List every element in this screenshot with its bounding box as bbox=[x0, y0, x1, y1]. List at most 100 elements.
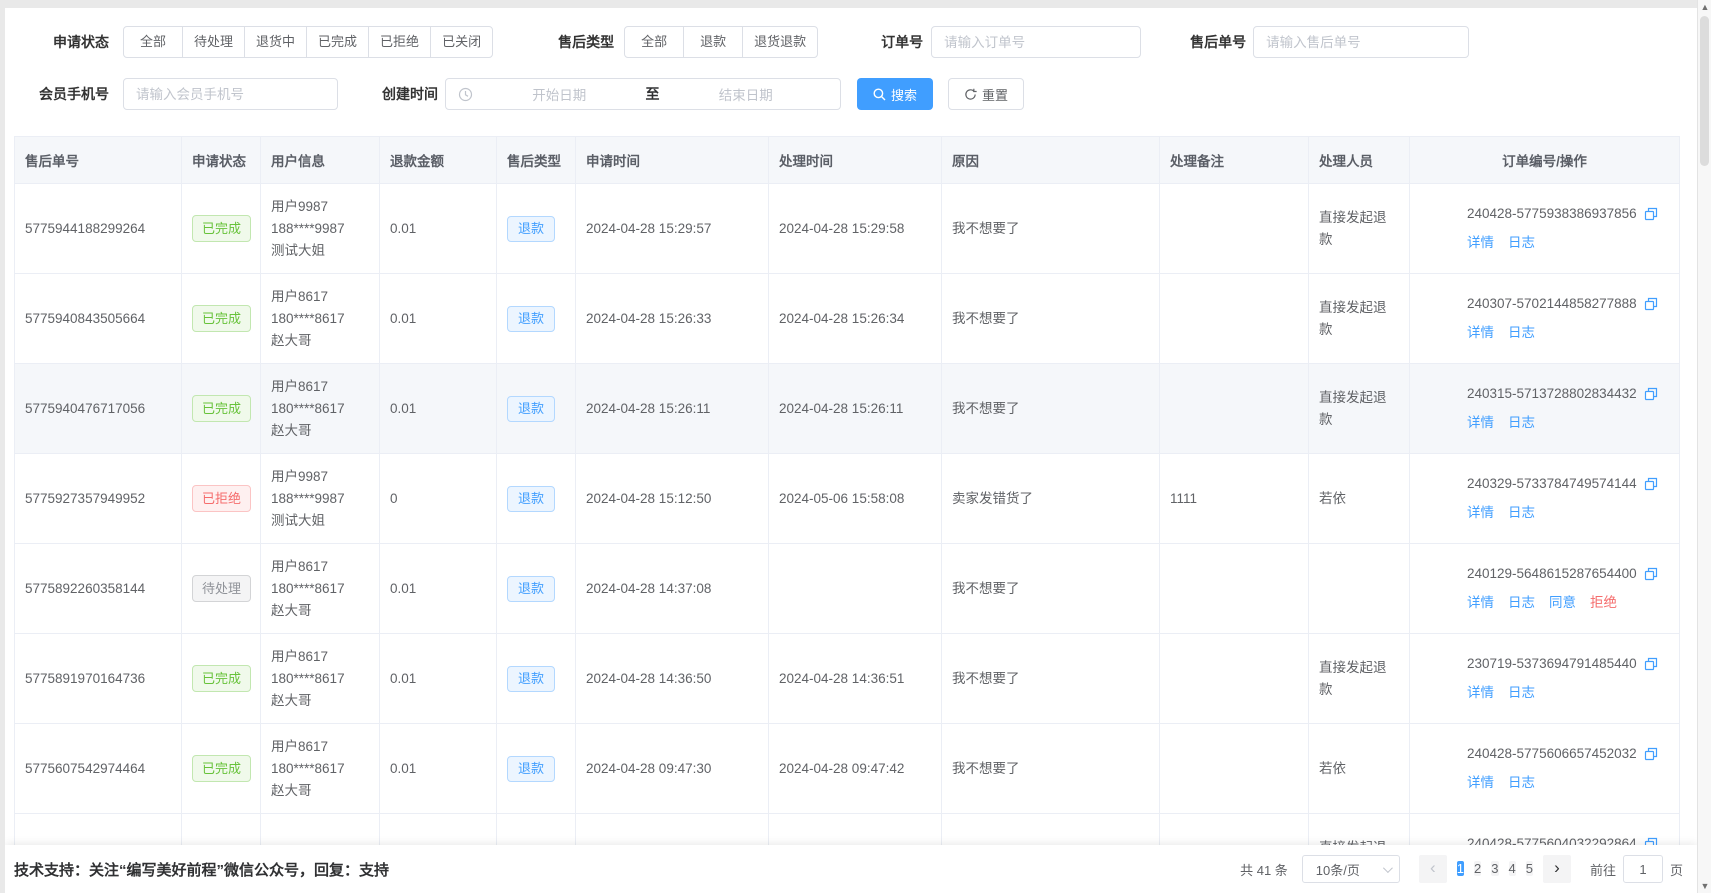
cell-apply-status: 已完成 bbox=[182, 634, 261, 724]
page-size-value: 10条/页 bbox=[1316, 860, 1360, 879]
cell-aftersale-no: 5775944188299264 bbox=[15, 184, 182, 274]
scroll-down-arrow-icon[interactable]: ▼ bbox=[1698, 881, 1711, 891]
aftersale-type-option-button[interactable]: 退款 bbox=[683, 26, 743, 58]
create-time-label: 创建时间 bbox=[377, 84, 438, 104]
order-no-input[interactable] bbox=[931, 26, 1141, 58]
copy-icon[interactable] bbox=[1644, 387, 1658, 401]
copy-icon[interactable] bbox=[1644, 477, 1658, 491]
user-info-line: 180****8617 bbox=[271, 308, 369, 330]
column-header: 用户信息 bbox=[261, 137, 380, 184]
table-header-row: 售后单号申请状态用户信息退款金额售后类型申请时间处理时间原因处理备注处理人员订单… bbox=[15, 137, 1680, 184]
type-badge: 退款 bbox=[507, 216, 555, 242]
page-number-button[interactable]: 3 bbox=[1491, 861, 1498, 876]
cell-aftersale-type: 退款 bbox=[497, 634, 576, 724]
column-header: 原因 bbox=[942, 137, 1160, 184]
cell-aftersale-no: 5775927357949952 bbox=[15, 454, 182, 544]
goto-page-input[interactable] bbox=[1623, 855, 1663, 883]
cell-handle-time bbox=[769, 544, 942, 634]
member-phone-input[interactable] bbox=[123, 78, 338, 110]
page-size-select[interactable]: 10条/页 bbox=[1302, 855, 1400, 883]
page-number-button[interactable]: 5 bbox=[1526, 861, 1533, 876]
action-link-default[interactable]: 详情 bbox=[1467, 592, 1494, 614]
action-link-default[interactable]: 日志 bbox=[1508, 682, 1535, 704]
cell-refund-amount: 0.01 bbox=[380, 274, 497, 364]
table-row: 5775892260358144待处理用户8617180****8617赵大哥0… bbox=[15, 544, 1680, 634]
column-header: 订单编号/操作 bbox=[1410, 137, 1680, 184]
cell-apply-status: 待处理 bbox=[182, 544, 261, 634]
apply-status-button-group: 全部待处理退货中已完成已拒绝已关闭 bbox=[123, 26, 493, 58]
create-time-range-picker[interactable]: 开始日期 至 结束日期 bbox=[445, 78, 841, 110]
scrollbar-thumb[interactable] bbox=[1700, 16, 1709, 166]
aftersale-no-input[interactable] bbox=[1253, 26, 1469, 58]
pagination: 共 41 条 10条/页 ‹ 12345 › 前往 页 bbox=[1240, 855, 1683, 883]
cell-apply-status: 已完成 bbox=[182, 724, 261, 814]
aftersale-type-label: 售后类型 bbox=[553, 32, 614, 52]
copy-icon[interactable] bbox=[1644, 567, 1658, 581]
action-link-default[interactable]: 日志 bbox=[1508, 502, 1535, 524]
cell-order-actions: 240129-5648615287654400详情日志同意拒绝 bbox=[1410, 544, 1680, 634]
prev-page-button[interactable]: ‹ bbox=[1419, 855, 1447, 883]
cell-remark bbox=[1160, 724, 1309, 814]
action-links: 详情日志 bbox=[1467, 772, 1669, 794]
cell-reason: 我不想要了 bbox=[942, 274, 1160, 364]
apply-status-option-button[interactable]: 待处理 bbox=[182, 26, 245, 58]
page-number-button[interactable]: 1 bbox=[1457, 861, 1464, 876]
cell-apply-time: 2024-04-28 15:26:11 bbox=[576, 364, 769, 454]
pagination-total: 共 41 条 bbox=[1240, 860, 1288, 879]
cell-order-actions: 240428-5775938386937856详情日志 bbox=[1410, 184, 1680, 274]
order-no-line: 240307-5702144858277888 bbox=[1467, 293, 1669, 315]
action-links: 详情日志 bbox=[1467, 232, 1669, 254]
cell-reason: 我不想要了 bbox=[942, 544, 1160, 634]
apply-status-option-button[interactable]: 全部 bbox=[123, 26, 183, 58]
action-link-default[interactable]: 日志 bbox=[1508, 412, 1535, 434]
copy-icon[interactable] bbox=[1644, 297, 1658, 311]
action-link-default[interactable]: 同意 bbox=[1549, 592, 1576, 614]
user-info-line: 188****9987 bbox=[271, 218, 369, 240]
copy-icon[interactable] bbox=[1644, 657, 1658, 671]
action-link-default[interactable]: 详情 bbox=[1467, 502, 1494, 524]
action-link-default[interactable]: 详情 bbox=[1467, 232, 1494, 254]
order-no: 240428-5775606657452032 bbox=[1467, 743, 1637, 765]
order-no-line: 230719-5373694791485440 bbox=[1467, 653, 1669, 675]
cell-apply-time: 2024-04-28 15:26:33 bbox=[576, 274, 769, 364]
apply-status-option-button[interactable]: 已拒绝 bbox=[368, 26, 431, 58]
action-links: 详情日志 bbox=[1467, 502, 1669, 524]
action-link-default[interactable]: 详情 bbox=[1467, 682, 1494, 704]
scroll-up-arrow-icon[interactable]: ▲ bbox=[1698, 2, 1711, 12]
table-row: 5775927357949952已拒绝用户9987188****9987测试大姐… bbox=[15, 454, 1680, 544]
cell-handle-time: 2024-04-28 15:29:58 bbox=[769, 184, 942, 274]
order-no: 240307-5702144858277888 bbox=[1467, 293, 1637, 315]
aftersale-table: 售后单号申请状态用户信息退款金额售后类型申请时间处理时间原因处理备注处理人员订单… bbox=[14, 136, 1680, 893]
action-link-default[interactable]: 详情 bbox=[1467, 322, 1494, 344]
action-link-default[interactable]: 日志 bbox=[1508, 322, 1535, 344]
search-button[interactable]: 搜索 bbox=[857, 78, 933, 110]
right-scrollbar[interactable]: ▲ ▼ bbox=[1697, 0, 1711, 893]
action-link-reject[interactable]: 拒绝 bbox=[1590, 592, 1617, 614]
action-link-default[interactable]: 日志 bbox=[1508, 772, 1535, 794]
apply-status-option-button[interactable]: 已关闭 bbox=[430, 26, 493, 58]
copy-icon[interactable] bbox=[1644, 207, 1658, 221]
end-date-placeholder[interactable]: 结束日期 bbox=[664, 84, 829, 104]
order-no: 240329-5733784749574144 bbox=[1467, 473, 1637, 495]
start-date-placeholder[interactable]: 开始日期 bbox=[477, 84, 642, 104]
cell-reason: 我不想要了 bbox=[942, 634, 1160, 724]
status-badge: 已完成 bbox=[192, 665, 251, 692]
aftersale-type-option-button[interactable]: 退货退款 bbox=[742, 26, 818, 58]
next-page-button[interactable]: › bbox=[1543, 855, 1571, 883]
action-link-default[interactable]: 详情 bbox=[1467, 772, 1494, 794]
action-link-default[interactable]: 日志 bbox=[1508, 232, 1535, 254]
action-link-default[interactable]: 日志 bbox=[1508, 592, 1535, 614]
user-info-line: 赵大哥 bbox=[271, 330, 369, 352]
page-number-button[interactable]: 2 bbox=[1474, 861, 1481, 876]
aftersale-type-option-button[interactable]: 全部 bbox=[624, 26, 684, 58]
apply-status-option-button[interactable]: 已完成 bbox=[306, 26, 369, 58]
reset-button[interactable]: 重置 bbox=[948, 78, 1024, 110]
aftersale-type-button-group: 全部退款退货退款 bbox=[624, 26, 818, 58]
cell-user-info: 用户8617180****8617赵大哥 bbox=[261, 364, 380, 454]
action-link-default[interactable]: 详情 bbox=[1467, 412, 1494, 434]
filter-row-1: 申请状态 全部待处理退货中已完成已拒绝已关闭 售后类型 全部退款退货退款 订单号… bbox=[5, 26, 1697, 58]
cell-apply-status: 已完成 bbox=[182, 184, 261, 274]
copy-icon[interactable] bbox=[1644, 747, 1658, 761]
page-number-button[interactable]: 4 bbox=[1509, 861, 1516, 876]
apply-status-option-button[interactable]: 退货中 bbox=[244, 26, 307, 58]
